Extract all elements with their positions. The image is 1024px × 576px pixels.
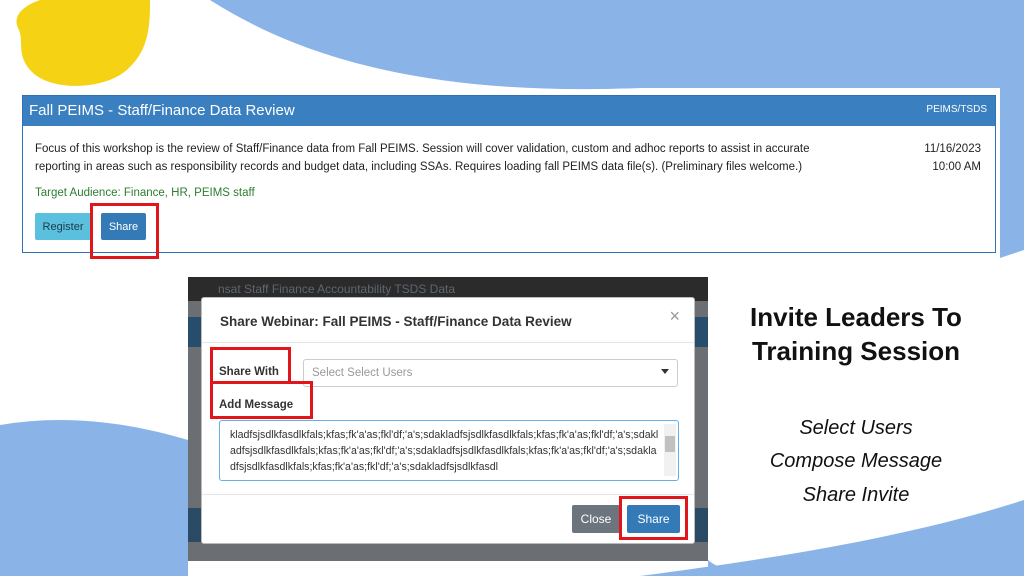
share-with-highlight xyxy=(210,347,291,384)
modal-footer-divider xyxy=(202,494,694,495)
webinar-card: Fall PEIMS - Staff/Finance Data Review P… xyxy=(22,95,996,253)
share-button-highlight xyxy=(90,203,159,259)
users-select-placeholder: Select Select Users xyxy=(312,367,413,379)
card-category-tag: PEIMS/TSDS xyxy=(926,104,987,115)
scrollbar-thumb[interactable] xyxy=(665,436,675,452)
card-header: Fall PEIMS - Staff/Finance Data Review P… xyxy=(23,96,995,126)
step-compose-message: Compose Message xyxy=(769,450,943,472)
modal-header-divider xyxy=(202,342,694,343)
message-textarea[interactable]: kladfsjsdlkfasdlkfals;kfas;fk'a'as;fkl'd… xyxy=(219,420,679,481)
share-submit-highlight xyxy=(619,496,688,540)
close-button[interactable]: Close xyxy=(572,505,620,533)
bottom-blue-wave xyxy=(0,420,188,576)
card-time: 10:00 AM xyxy=(932,161,981,173)
add-message-highlight xyxy=(210,381,313,419)
textarea-scrollbar[interactable] xyxy=(664,424,676,476)
card-date: 11/16/2023 xyxy=(924,143,981,155)
card-datetime: 11/16/2023 10:00 AM xyxy=(924,140,981,176)
step-select-users: Select Users xyxy=(799,417,913,439)
slide-title: Invite Leaders To Training Session xyxy=(716,300,996,368)
target-audience: Target Audience: Finance, HR, PEIMS staf… xyxy=(35,187,255,199)
register-button[interactable]: Register xyxy=(35,213,91,240)
slide-title-line-1: Invite Leaders To xyxy=(750,302,962,332)
close-icon[interactable]: × xyxy=(669,306,680,327)
card-description: Focus of this workshop is the review of … xyxy=(35,143,810,173)
caret-down-icon xyxy=(661,369,669,374)
yellow-blob xyxy=(16,0,150,86)
card-title: Fall PEIMS - Staff/Finance Data Review xyxy=(29,102,295,119)
background-topbar-text: nsat Staff Finance Accountability TSDS D… xyxy=(218,282,456,296)
top-blue-fill xyxy=(210,0,1024,90)
step-share-invite: Share Invite xyxy=(802,484,910,506)
users-select[interactable]: Select Select Users xyxy=(303,359,678,387)
message-text: kladfsjsdlkfasdlkfals;kfas;fk'a'as;fkl'd… xyxy=(230,429,659,473)
modal-title: Share Webinar: Fall PEIMS - Staff/Financ… xyxy=(220,314,572,329)
slide-title-line-2: Training Session xyxy=(751,336,961,366)
